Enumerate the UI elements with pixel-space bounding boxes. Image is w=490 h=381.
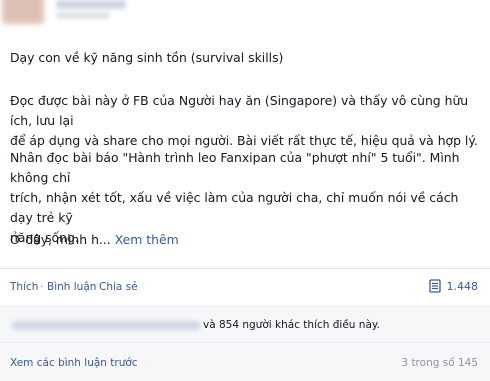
post-action-bar: Thích · Bình luận · Chia sẻ 1.448	[0, 268, 490, 307]
separator-dot: ·	[40, 281, 44, 293]
facebook-post: Dạy con về kỹ năng sinh tồn (survival sk…	[0, 0, 490, 381]
avatar[interactable]	[2, 0, 44, 24]
share-count-value: 1.448	[446, 279, 479, 293]
post-meta-blurred	[56, 12, 110, 19]
liker-names-blurred[interactable]	[12, 321, 200, 330]
paragraph-line: trích, nhận xét tốt, xấu về việc làm của…	[10, 190, 459, 225]
truncated-text: Ở đây, mình h...	[10, 232, 111, 247]
comment-count: 3 trong số 145	[401, 357, 478, 369]
separator-dot: ·	[93, 281, 97, 293]
paragraph-line: Đọc được bài này ở FB của Người hay ăn (…	[10, 93, 469, 128]
share-icon	[428, 279, 441, 293]
post-paragraph-1: Đọc được bài này ở FB của Người hay ăn (…	[10, 91, 480, 151]
author-name-blurred[interactable]	[56, 0, 126, 9]
comments-summary: Xem các bình luận trước 3 trong số 145	[0, 342, 490, 381]
share-count[interactable]: 1.448	[428, 279, 479, 293]
comment-link[interactable]: Bình luận	[47, 281, 96, 293]
share-link[interactable]: Chia sẻ	[99, 281, 138, 293]
post-title: Dạy con về kỹ năng sinh tồn (survival sk…	[10, 50, 284, 65]
view-previous-comments-link[interactable]: Xem các bình luận trước	[10, 357, 138, 369]
like-link[interactable]: Thích	[10, 281, 38, 293]
likes-text[interactable]: và 854 người khác thích điều này.	[203, 319, 380, 331]
post-header	[0, 0, 490, 36]
paragraph-line: Nhân đọc bài báo "Hành trình leo Fanxipa…	[10, 150, 460, 185]
likes-summary: và 854 người khác thích điều này.	[0, 306, 490, 343]
see-more-link[interactable]: Xem thêm	[115, 232, 179, 247]
post-paragraph-3: Ở đây, mình h... Xem thêm	[10, 230, 480, 250]
